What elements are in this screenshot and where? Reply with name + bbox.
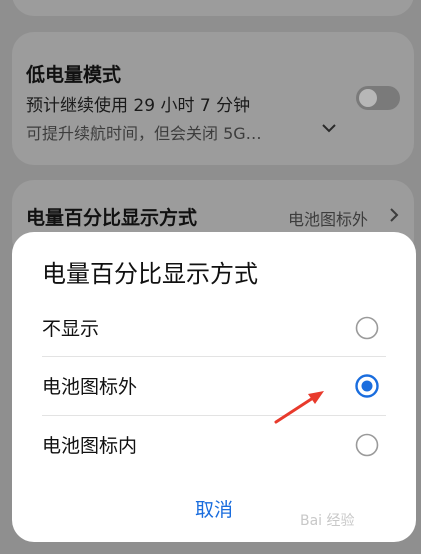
option-label: 电池图标外 bbox=[42, 376, 138, 398]
low-power-description: 可提升续航时间，但会关闭 5G… bbox=[26, 124, 262, 143]
cancel-button[interactable]: 取消 bbox=[172, 495, 256, 523]
radio-selected-icon[interactable] bbox=[355, 374, 379, 398]
watermark: Bai 经验 bbox=[300, 513, 355, 529]
low-power-estimate: 预计继续使用 29 小时 7 分钟 bbox=[26, 96, 251, 116]
battery-percentage-dialog: 电量百分比显示方式 不显示 电池图标外 电池图标内 取消 bbox=[12, 232, 416, 542]
option-label: 电池图标内 bbox=[42, 435, 138, 457]
battery-percentage-title: 电量百分比显示方式 bbox=[26, 207, 198, 229]
option-hide[interactable]: 不显示 bbox=[12, 300, 416, 358]
radio-unselected-icon[interactable] bbox=[355, 433, 379, 457]
low-power-toggle[interactable] bbox=[356, 86, 400, 110]
low-power-title: 低电量模式 bbox=[26, 64, 122, 86]
battery-percentage-value: 电池图标外 bbox=[288, 210, 369, 229]
settings-card-top bbox=[12, 0, 414, 16]
annotation-arrow-icon bbox=[274, 391, 324, 424]
radio-unselected-icon[interactable] bbox=[355, 316, 379, 340]
option-inside-icon[interactable]: 电池图标内 bbox=[12, 417, 416, 475]
divider bbox=[42, 356, 386, 357]
chevron-down-icon[interactable] bbox=[322, 122, 336, 134]
chevron-right-icon bbox=[390, 208, 399, 222]
option-label: 不显示 bbox=[42, 318, 100, 340]
option-outside-icon[interactable]: 电池图标外 bbox=[12, 358, 416, 416]
dialog-title: 电量百分比显示方式 bbox=[42, 260, 258, 288]
toggle-knob bbox=[359, 89, 377, 107]
